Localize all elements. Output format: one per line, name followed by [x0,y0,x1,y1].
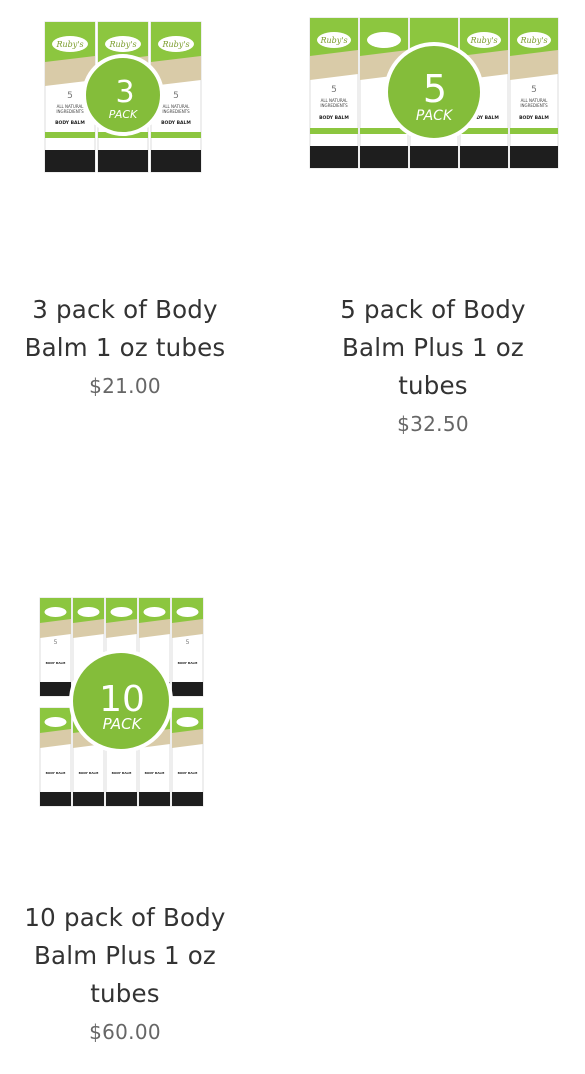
product-name[interactable]: 3 pack of Body Balm 1 oz tubes [0,291,250,367]
tube-pack-illustration: 5 BODY BALM 5 BODY BALM BODY BALM BODY B… [39,597,204,807]
svg-text:INGREDIENTS: INGREDIENTS [162,109,190,114]
svg-text:BODY BALM: BODY BALM [79,771,99,775]
pack-badge: 10 PACK [69,649,173,753]
svg-text:BODY BALM: BODY BALM [519,115,549,121]
tube-pack-illustration: Ruby's 5 ALL NATURAL INGREDIENTS BODY BA… [44,21,202,173]
product-price: $60.00 [89,1020,161,1044]
svg-text:BODY BALM: BODY BALM [319,115,349,121]
tube: 5 BODY BALM [39,597,72,697]
tube: BODY BALM [39,707,72,807]
svg-text:5: 5 [173,91,179,101]
svg-text:Ruby's: Ruby's [469,36,497,45]
svg-text:PACK: PACK [109,108,138,121]
product-price: $21.00 [89,374,161,398]
tube: BODY BALM [171,707,204,807]
svg-text:Ruby's: Ruby's [161,40,189,49]
product-card-5-pack[interactable]: Ruby's 5 ALL NATURAL INGREDIENTS BODY BA… [303,0,563,436]
svg-text:5: 5 [423,67,447,111]
product-image[interactable]: 5 BODY BALM 5 BODY BALM BODY BALM BODY B… [0,590,255,845]
product-image[interactable]: Ruby's 5 ALL NATURAL INGREDIENTS BODY BA… [303,0,563,255]
product-card-3-pack[interactable]: Ruby's 5 ALL NATURAL INGREDIENTS BODY BA… [0,0,255,398]
svg-text:BODY BALM: BODY BALM [46,661,66,665]
svg-text:BODY BALM: BODY BALM [112,771,132,775]
pack-badge: 5 PACK [384,42,484,142]
product-name[interactable]: 5 pack of Body Balm Plus 1 oz tubes [308,291,558,405]
svg-text:INGREDIENTS: INGREDIENTS [320,103,348,108]
svg-text:5: 5 [186,639,190,646]
svg-text:BODY BALM: BODY BALM [55,120,85,126]
svg-text:3: 3 [115,75,134,110]
svg-text:BODY BALM: BODY BALM [145,771,165,775]
svg-text:5: 5 [331,85,337,95]
svg-text:PACK: PACK [103,715,143,733]
svg-text:Ruby's: Ruby's [319,36,347,45]
product-name[interactable]: 10 pack of Body Balm Plus 1 oz tubes [0,899,250,1013]
svg-text:5: 5 [54,639,58,646]
svg-text:BODY BALM: BODY BALM [161,120,191,126]
product-card-10-pack[interactable]: 5 BODY BALM 5 BODY BALM BODY BALM BODY B… [0,590,255,1044]
tube-pack-illustration: Ruby's 5 ALL NATURAL INGREDIENTS BODY BA… [309,17,559,169]
svg-text:INGREDIENTS: INGREDIENTS [56,109,84,114]
product-price: $32.50 [397,412,469,436]
svg-text:BODY BALM: BODY BALM [178,661,198,665]
svg-text:10: 10 [99,679,145,720]
tube: Ruby's 5 ALL NATURAL INGREDIENTS BODY BA… [309,17,359,169]
svg-text:5: 5 [531,85,537,95]
svg-text:Ruby's: Ruby's [108,40,136,49]
svg-text:Ruby's: Ruby's [519,36,547,45]
svg-text:INGREDIENTS: INGREDIENTS [520,103,548,108]
tube: 5 BODY BALM [171,597,204,697]
tube: Ruby's 5 ALL NATURAL INGREDIENTS BODY BA… [509,17,559,169]
svg-text:Ruby's: Ruby's [55,40,83,49]
svg-text:PACK: PACK [416,108,454,124]
svg-text:BODY BALM: BODY BALM [178,771,198,775]
product-image[interactable]: Ruby's 5 ALL NATURAL INGREDIENTS BODY BA… [0,0,255,255]
svg-text:5: 5 [67,91,73,101]
svg-text:BODY BALM: BODY BALM [46,771,66,775]
pack-badge: 3 PACK [82,54,164,136]
